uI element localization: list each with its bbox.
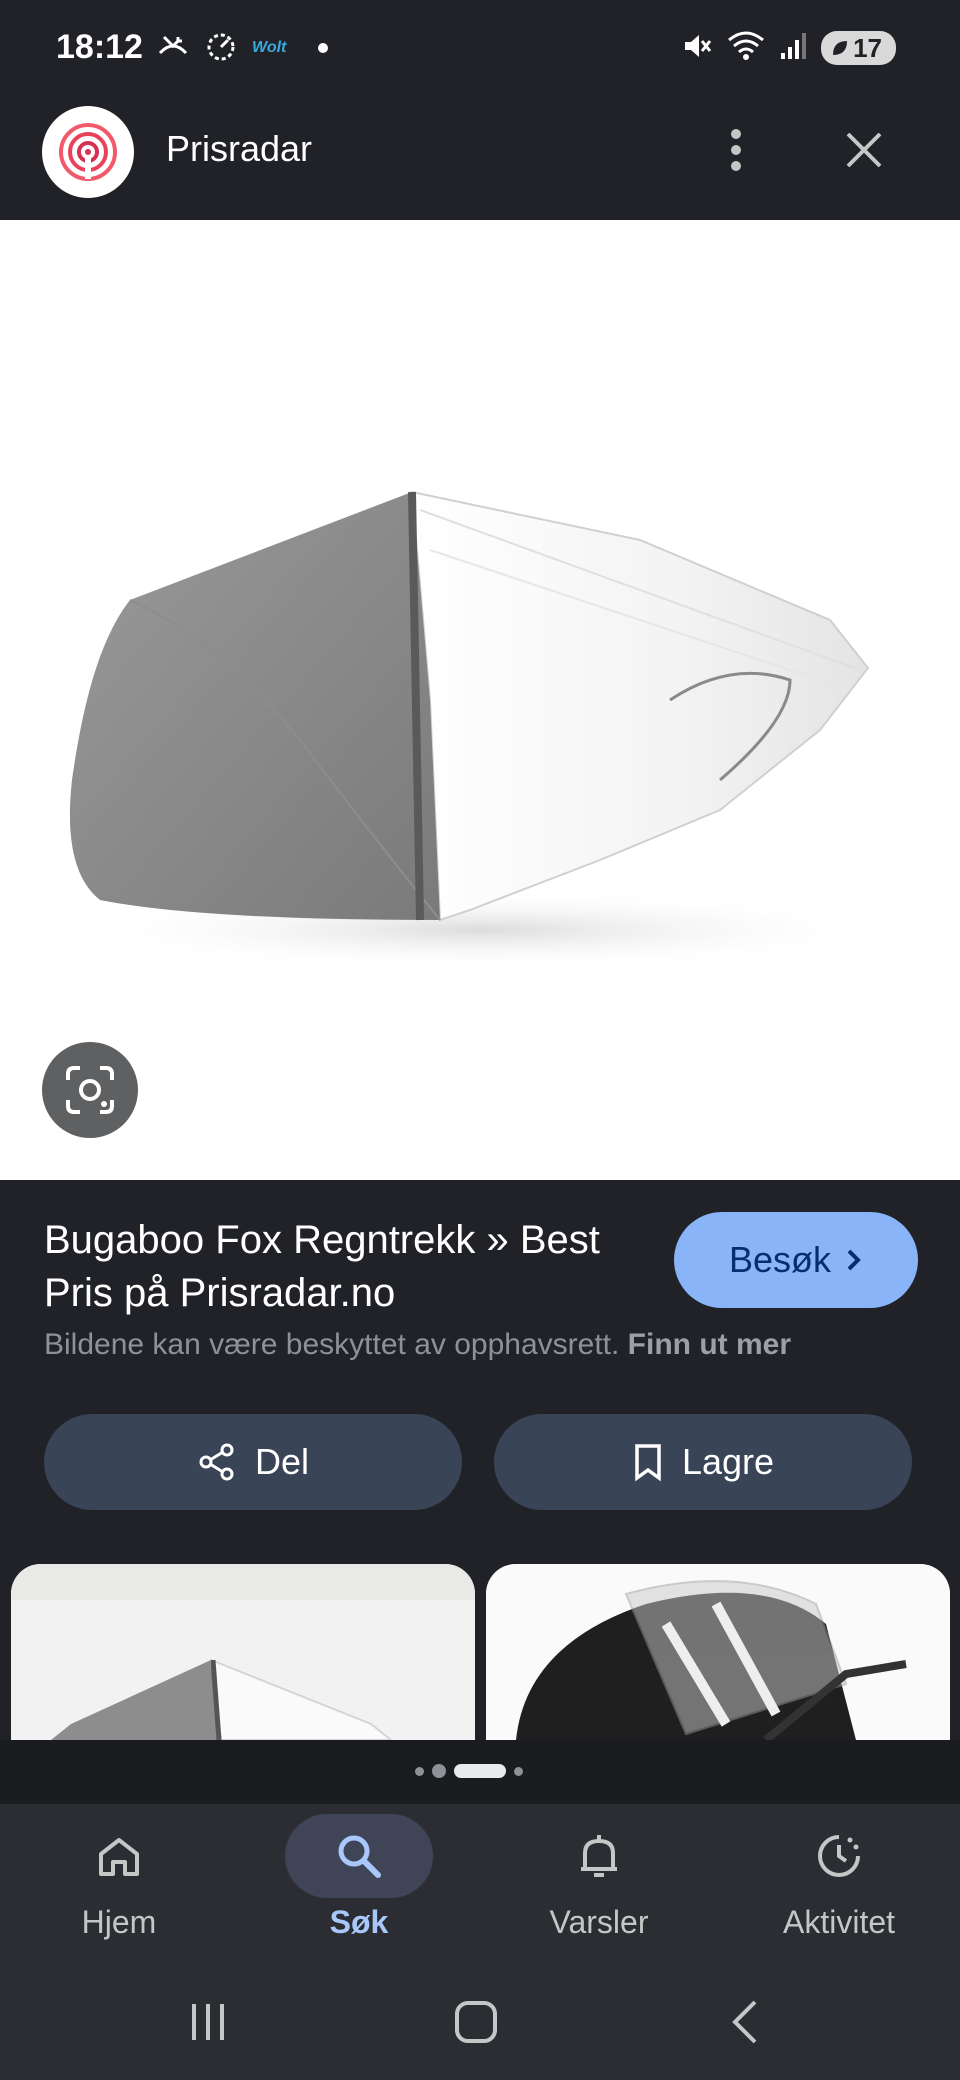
status-bar: 18:12 Wolt 17 <box>0 0 960 100</box>
bottom-navigation: Hjem Søk Varsler Aktivitet <box>0 1804 960 1964</box>
app-title: Prisradar <box>166 128 313 169</box>
pager-area <box>0 1740 960 1804</box>
thumbnail-image <box>11 1564 475 1740</box>
activity-icon <box>818 1835 860 1877</box>
signal-icon <box>779 31 807 66</box>
nav-item-search[interactable]: Søk <box>259 1804 459 1964</box>
learn-more-link[interactable]: Finn ut mer <box>628 1328 791 1361</box>
back-icon <box>732 2000 757 2044</box>
pager-dot[interactable] <box>432 1764 446 1778</box>
pager-dot[interactable] <box>415 1766 424 1776</box>
result-title[interactable]: Bugaboo Fox Regntrekk » Best Pris på Pri… <box>44 1214 604 1320</box>
google-lens-button[interactable] <box>42 1042 138 1138</box>
result-info-panel: Bugaboo Fox Regntrekk » Best Pris på Pri… <box>0 1180 960 1740</box>
lens-icon <box>66 1066 114 1114</box>
home-system-button[interactable] <box>436 1992 516 2052</box>
nav-item-alerts[interactable]: Varsler <box>499 1804 699 1964</box>
app-header: Prisradar <box>0 100 960 220</box>
home-icon <box>99 1838 139 1876</box>
timer-icon <box>204 29 238 68</box>
missed-call-icon <box>156 29 190 68</box>
product-image[interactable] <box>0 220 960 1180</box>
chevron-right-icon <box>847 1249 861 1271</box>
copyright-notice: Bildene kan være beskyttet av opphavsret… <box>44 1328 791 1362</box>
wifi-icon <box>727 30 765 67</box>
pager-dot-active[interactable] <box>454 1764 506 1778</box>
recent-apps-icon <box>192 2004 224 2040</box>
visit-label: Besøk <box>728 1239 832 1280</box>
battery-level: 17 <box>853 32 882 63</box>
bell-icon <box>581 1835 617 1877</box>
nav-item-home[interactable]: Hjem <box>19 1804 219 1964</box>
search-icon <box>338 1835 381 1878</box>
nav-label-search: Søk <box>329 1904 389 1940</box>
nav-item-activity[interactable]: Aktivitet <box>739 1804 939 1964</box>
carousel-pager <box>415 1764 523 1778</box>
close-icon <box>846 132 882 168</box>
thumbnail-image <box>486 1564 950 1740</box>
status-right-icons: 17 <box>681 28 896 68</box>
leaf-icon <box>833 41 848 55</box>
back-button[interactable] <box>705 1992 785 2052</box>
notification-dot <box>318 43 329 53</box>
nav-label-alerts: Varsler <box>549 1904 649 1940</box>
prisradar-logo <box>42 106 134 198</box>
save-label: Lagre <box>681 1441 775 1482</box>
nav-label-home: Hjem <box>81 1904 157 1940</box>
related-image-thumbnail[interactable] <box>486 1564 950 1740</box>
share-button[interactable]: Del <box>44 1414 462 1510</box>
close-button[interactable] <box>836 118 892 182</box>
pager-dot[interactable] <box>514 1766 523 1776</box>
more-options-button[interactable] <box>712 118 760 182</box>
rain-cover-image <box>60 490 900 970</box>
more-vert-icon <box>731 129 741 171</box>
bookmark-icon <box>635 1444 661 1482</box>
save-button[interactable]: Lagre <box>494 1414 912 1510</box>
status-time: 18:12 <box>56 28 143 66</box>
status-left-icons: Wolt <box>156 28 329 68</box>
battery-indicator: 17 <box>821 31 896 65</box>
share-label: Del <box>254 1441 310 1482</box>
home-square-icon <box>455 2001 497 2043</box>
visit-button[interactable]: Besøk <box>674 1212 918 1308</box>
copyright-text: Bildene kan være beskyttet av opphavsret… <box>44 1328 620 1361</box>
share-icon <box>199 1443 234 1481</box>
related-image-thumbnail[interactable] <box>11 1564 475 1740</box>
mute-icon <box>681 30 713 67</box>
wolt-icon: Wolt <box>252 39 287 56</box>
system-navigation-bar <box>0 1964 960 2080</box>
recent-apps-button[interactable] <box>168 1992 248 2052</box>
nav-label-activity: Aktivitet <box>782 1904 896 1940</box>
